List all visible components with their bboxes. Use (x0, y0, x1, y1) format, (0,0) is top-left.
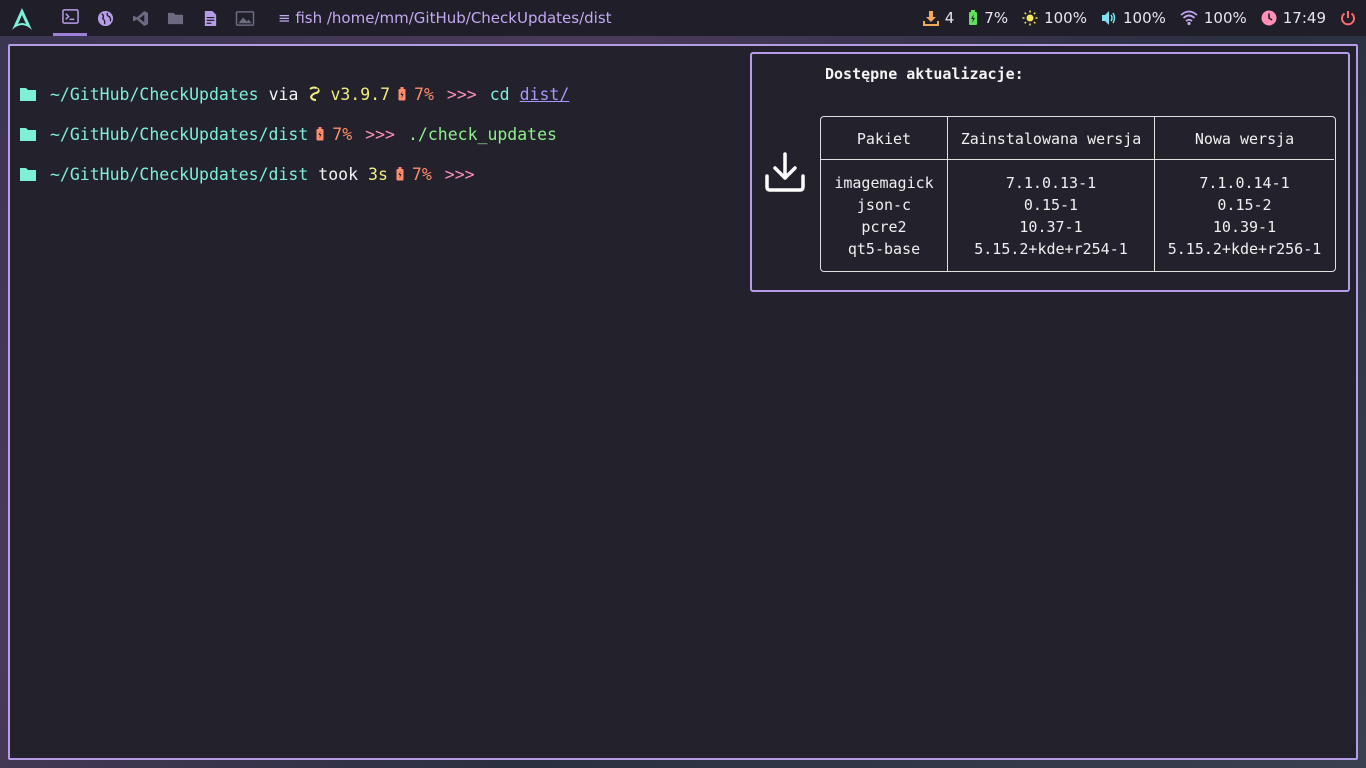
speaker-icon (1101, 11, 1116, 25)
column-installed-version: Zainstalowana wersja 7.1.0.13-1 0.15-1 1… (947, 117, 1154, 271)
workspace-document-icon[interactable] (193, 0, 227, 36)
table-cell: json-c (856, 196, 912, 214)
table-cell: qt5-base (847, 240, 921, 258)
workspace-folder-icon[interactable] (158, 0, 192, 36)
power-icon (1341, 11, 1355, 26)
battery-percent: 7% (332, 124, 353, 144)
header-separator (1155, 159, 1334, 160)
column-header: Pakiet (856, 130, 912, 148)
power-button[interactable] (1340, 10, 1356, 26)
workspace-vscode-icon[interactable] (123, 0, 157, 36)
top-panel: ≡ fish /home/mm/GitHub/CheckUpdates/dist… (0, 0, 1366, 36)
table-cell: pcre2 (861, 218, 907, 236)
battery-icon (316, 127, 324, 141)
table-cell: 7.1.0.14-1 (1199, 174, 1290, 192)
brightness-indicator[interactable]: 100% (1022, 9, 1087, 27)
system-tray: 4 7% 100% 100% 100% 17:49 (909, 0, 1356, 36)
folder-icon (20, 88, 36, 101)
table-cell: 10.39-1 (1212, 218, 1277, 236)
prompt-symbol: >>> (444, 164, 475, 184)
sun-icon (1022, 10, 1038, 26)
prompt-path: ~/GitHub/CheckUpdates/dist (50, 164, 309, 184)
python-icon (309, 86, 321, 101)
download-icon (922, 11, 939, 26)
command: cd (489, 84, 510, 104)
notification-title: Dostępne aktualizacje: (825, 65, 1024, 83)
prompt-path: ~/GitHub/CheckUpdates (50, 84, 259, 104)
workspace-globe-icon[interactable] (88, 0, 122, 36)
clock[interactable]: 17:49 (1261, 9, 1326, 27)
battery-charging-icon (969, 10, 978, 25)
wifi-icon (1180, 10, 1198, 26)
battery-icon (396, 167, 404, 181)
arch-linux-logo-icon[interactable] (10, 7, 34, 31)
python-version: v3.9.7 (330, 84, 391, 104)
table-cell: 7.1.0.13-1 (1005, 174, 1097, 192)
prompt-symbol: >>> (446, 84, 477, 104)
terminal-line: ~/GitHub/CheckUpdates via v3.9.7 7% >>> … (20, 83, 569, 105)
table-cell: 10.37-1 (1019, 218, 1083, 236)
wifi-level: 100% (1203, 9, 1247, 27)
command-duration: 3s (368, 164, 388, 184)
header-separator (821, 159, 947, 160)
table-cell: 0.15-1 (1023, 196, 1079, 214)
table-cell: 5.15.2+kde+r254-1 (974, 240, 1128, 258)
folder-icon (20, 128, 36, 141)
battery-indicator[interactable]: 7% (968, 9, 1008, 27)
prompt-via: via (268, 84, 299, 104)
battery-icon (398, 87, 406, 101)
battery-level: 7% (984, 9, 1009, 27)
prompt-path: ~/GitHub/CheckUpdates/dist (50, 124, 309, 144)
updates-count: 4 (944, 9, 955, 27)
terminal-line: ~/GitHub/CheckUpdates/dist took 3s 7% >>… (20, 163, 475, 185)
column-header: Zainstalowana wersja (960, 130, 1142, 148)
battery-percent: 7% (414, 84, 434, 104)
brightness-level: 100% (1044, 9, 1087, 27)
table-cell: 0.15-2 (1217, 196, 1272, 214)
header-separator (948, 159, 1154, 160)
column-package: Pakiet imagemagick json-c pcre2 qt5-base (821, 117, 947, 271)
workspace-image-icon[interactable] (228, 0, 262, 36)
updates-notification[interactable]: Dostępne aktualizacje: Pakiet imagemagic… (750, 52, 1350, 292)
workspace-terminal-icon[interactable] (53, 0, 87, 36)
wifi-indicator[interactable]: 100% (1180, 9, 1247, 27)
column-header: Nowa wersja (1194, 130, 1295, 148)
clock-time: 17:49 (1282, 9, 1326, 27)
updates-table: Pakiet imagemagick json-c pcre2 qt5-base… (820, 116, 1336, 272)
window-title: ≡ fish /home/mm/GitHub/CheckUpdates/dist (278, 9, 612, 27)
command: ./check_updates (407, 124, 557, 144)
volume-indicator[interactable]: 100% (1101, 9, 1166, 27)
download-icon (765, 152, 805, 192)
folder-icon (20, 168, 36, 181)
terminal-line: ~/GitHub/CheckUpdates/dist 7% >>> ./chec… (20, 123, 557, 145)
updates-indicator[interactable]: 4 (922, 9, 955, 27)
table-cell: imagemagick (834, 174, 934, 192)
volume-level: 100% (1122, 9, 1166, 27)
clock-icon (1261, 10, 1277, 26)
command-argument[interactable]: dist/ (520, 85, 570, 104)
prompt-took: took (318, 164, 359, 184)
column-new-version: Nowa wersja 7.1.0.14-1 0.15-2 10.39-1 5.… (1154, 117, 1334, 271)
battery-percent: 7% (411, 164, 432, 184)
table-cell: 5.15.2+kde+r256-1 (1167, 240, 1322, 258)
prompt-symbol: >>> (365, 124, 395, 144)
